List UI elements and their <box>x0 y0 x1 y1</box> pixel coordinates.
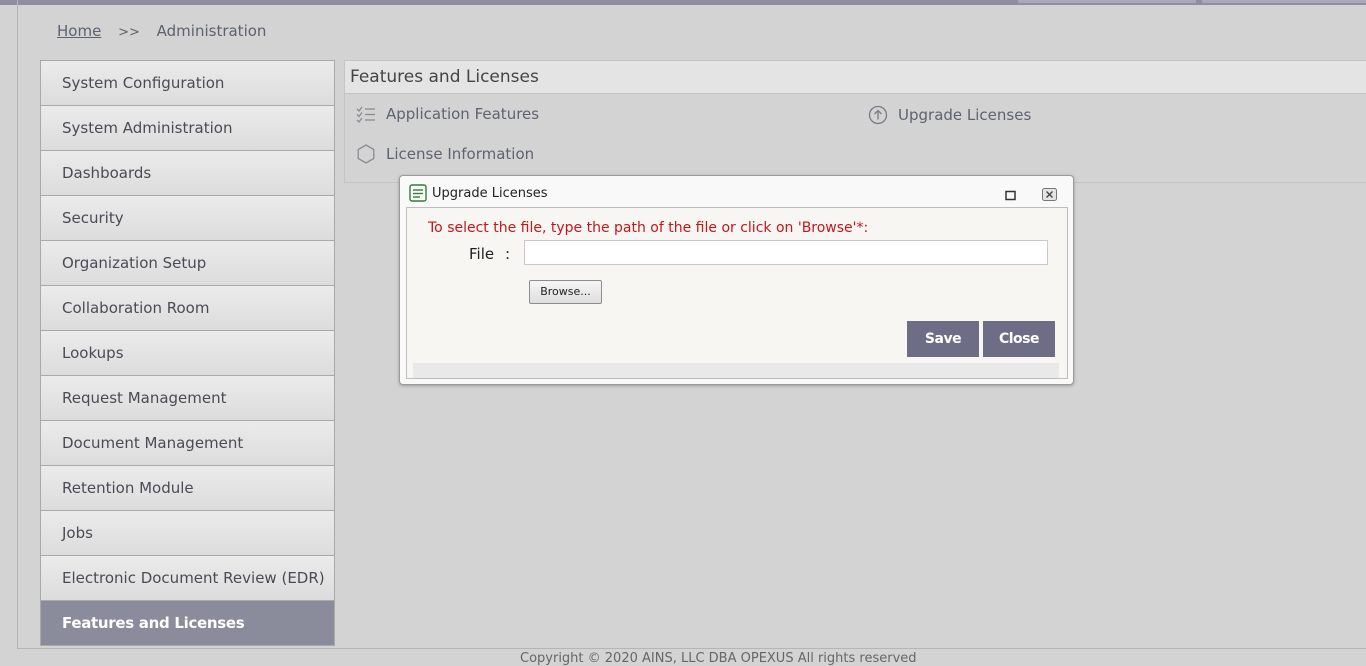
sidebar-item-lookups[interactable]: Lookups <box>41 331 334 376</box>
file-instruction: To select the file, type the path of the… <box>428 220 869 236</box>
sidebar-item-collaboration-room[interactable]: Collaboration Room <box>41 286 334 331</box>
dialog-title-bar: Upgrade Licenses <box>409 184 548 202</box>
dialog-title: Upgrade Licenses <box>432 185 548 201</box>
browse-button[interactable]: Browse... <box>529 280 602 304</box>
breadcrumb-current: Administration <box>156 22 267 40</box>
close-button[interactable]: Close <box>983 321 1055 357</box>
sidebar-item-request-management[interactable]: Request Management <box>41 376 334 421</box>
top-bar-tab <box>1202 0 1366 3</box>
sidebar-item-document-management[interactable]: Document Management <box>41 421 334 466</box>
checklist-icon <box>356 106 375 123</box>
file-path-input[interactable] <box>524 240 1048 265</box>
breadcrumb-home-link[interactable]: Home <box>57 22 101 40</box>
license-information-label: License Information <box>386 145 535 163</box>
close-icon[interactable] <box>1042 186 1057 205</box>
sidebar-item-security[interactable]: Security <box>41 196 334 241</box>
sidebar-item-jobs[interactable]: Jobs <box>41 511 334 556</box>
sidebar-item-edr[interactable]: Electronic Document Review (EDR) <box>41 556 334 601</box>
features-licenses-panel: Features and Licenses Application Featur… <box>344 60 1366 183</box>
dialog-body: To select the file, type the path of the… <box>406 207 1068 379</box>
hexagon-icon <box>357 144 375 164</box>
license-information-link[interactable]: License Information <box>356 144 534 164</box>
sidebar-item-organization-setup[interactable]: Organization Setup <box>41 241 334 286</box>
sidebar-item-retention-module[interactable]: Retention Module <box>41 466 334 511</box>
application-features-label: Application Features <box>386 105 540 123</box>
upload-circle-icon <box>868 105 888 125</box>
application-features-link[interactable]: Application Features <box>356 105 539 123</box>
top-bar-tab <box>1018 0 1196 3</box>
sidebar-item-dashboards[interactable]: Dashboards <box>41 151 334 196</box>
admin-sidebar: System Configuration System Administrati… <box>40 60 335 646</box>
maximize-icon[interactable] <box>1005 186 1016 205</box>
sidebar-item-features-and-licenses[interactable]: Features and Licenses <box>41 601 334 646</box>
breadcrumb-separator: >> <box>118 25 140 40</box>
top-bar <box>0 0 1366 5</box>
dialog-footer-strip <box>413 363 1059 378</box>
upgrade-licenses-label: Upgrade Licenses <box>898 106 1032 124</box>
upgrade-licenses-link[interactable]: Upgrade Licenses <box>868 105 1031 125</box>
breadcrumb: Home >> Administration <box>57 22 266 40</box>
upgrade-licenses-dialog: Upgrade Licenses To select the file, typ… <box>399 175 1074 385</box>
form-icon <box>409 184 427 202</box>
panel-title: Features and Licenses <box>345 61 1366 94</box>
frame-border-left <box>17 0 18 648</box>
save-button[interactable]: Save <box>907 321 979 357</box>
file-label-colon: : <box>505 245 511 263</box>
sidebar-item-system-administration[interactable]: System Administration <box>41 106 334 151</box>
file-label: File <box>469 245 495 263</box>
frame-border-bottom <box>17 648 1366 649</box>
sidebar-item-system-configuration[interactable]: System Configuration <box>41 61 334 106</box>
